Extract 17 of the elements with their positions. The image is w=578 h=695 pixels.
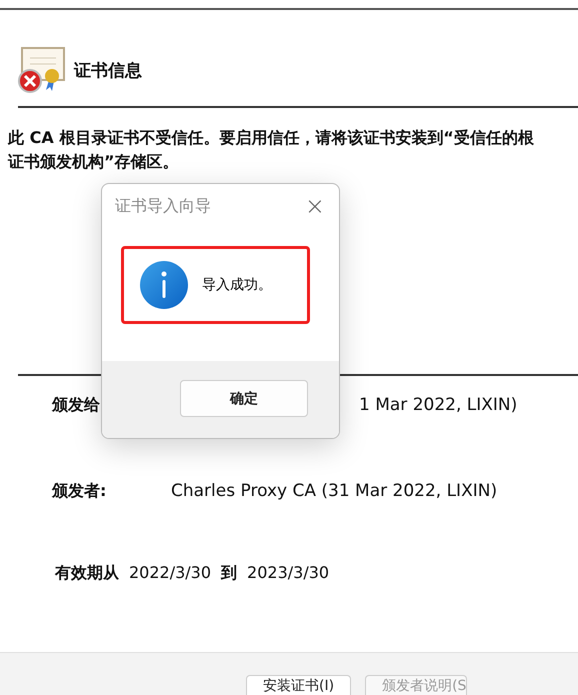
certificate-title: 证书信息 [74,60,142,82]
install-certificate-button[interactable]: 安装证书(I) [246,675,352,695]
valid-to: 2023/3/30 [247,563,330,584]
field-value: 1 Mar 2022, LIXIN) [359,395,518,415]
ok-button[interactable]: 确定 [180,380,308,417]
certificate-error-icon [18,46,66,94]
trust-notice: 此 CA 根目录证书不受信任。要启用信任，请将该证书安装到“受信任的根证书颁发机构”存储区。 [8,127,535,173]
field-value: Charles Proxy CA (31 Mar 2022, LIXIN) [171,481,498,501]
field-label: 颁发者: [52,480,108,502]
close-icon[interactable]: × [304,194,325,218]
validity-label: 有效期从 [55,563,119,584]
info-icon [140,261,188,309]
field-label: 颁发给 [52,394,101,416]
to-label: 到 [221,563,238,584]
success-message: 导入成功。 [202,276,272,294]
dialog-title: 证书导入向导 [115,196,211,216]
valid-from: 2022/3/30 [129,563,212,584]
